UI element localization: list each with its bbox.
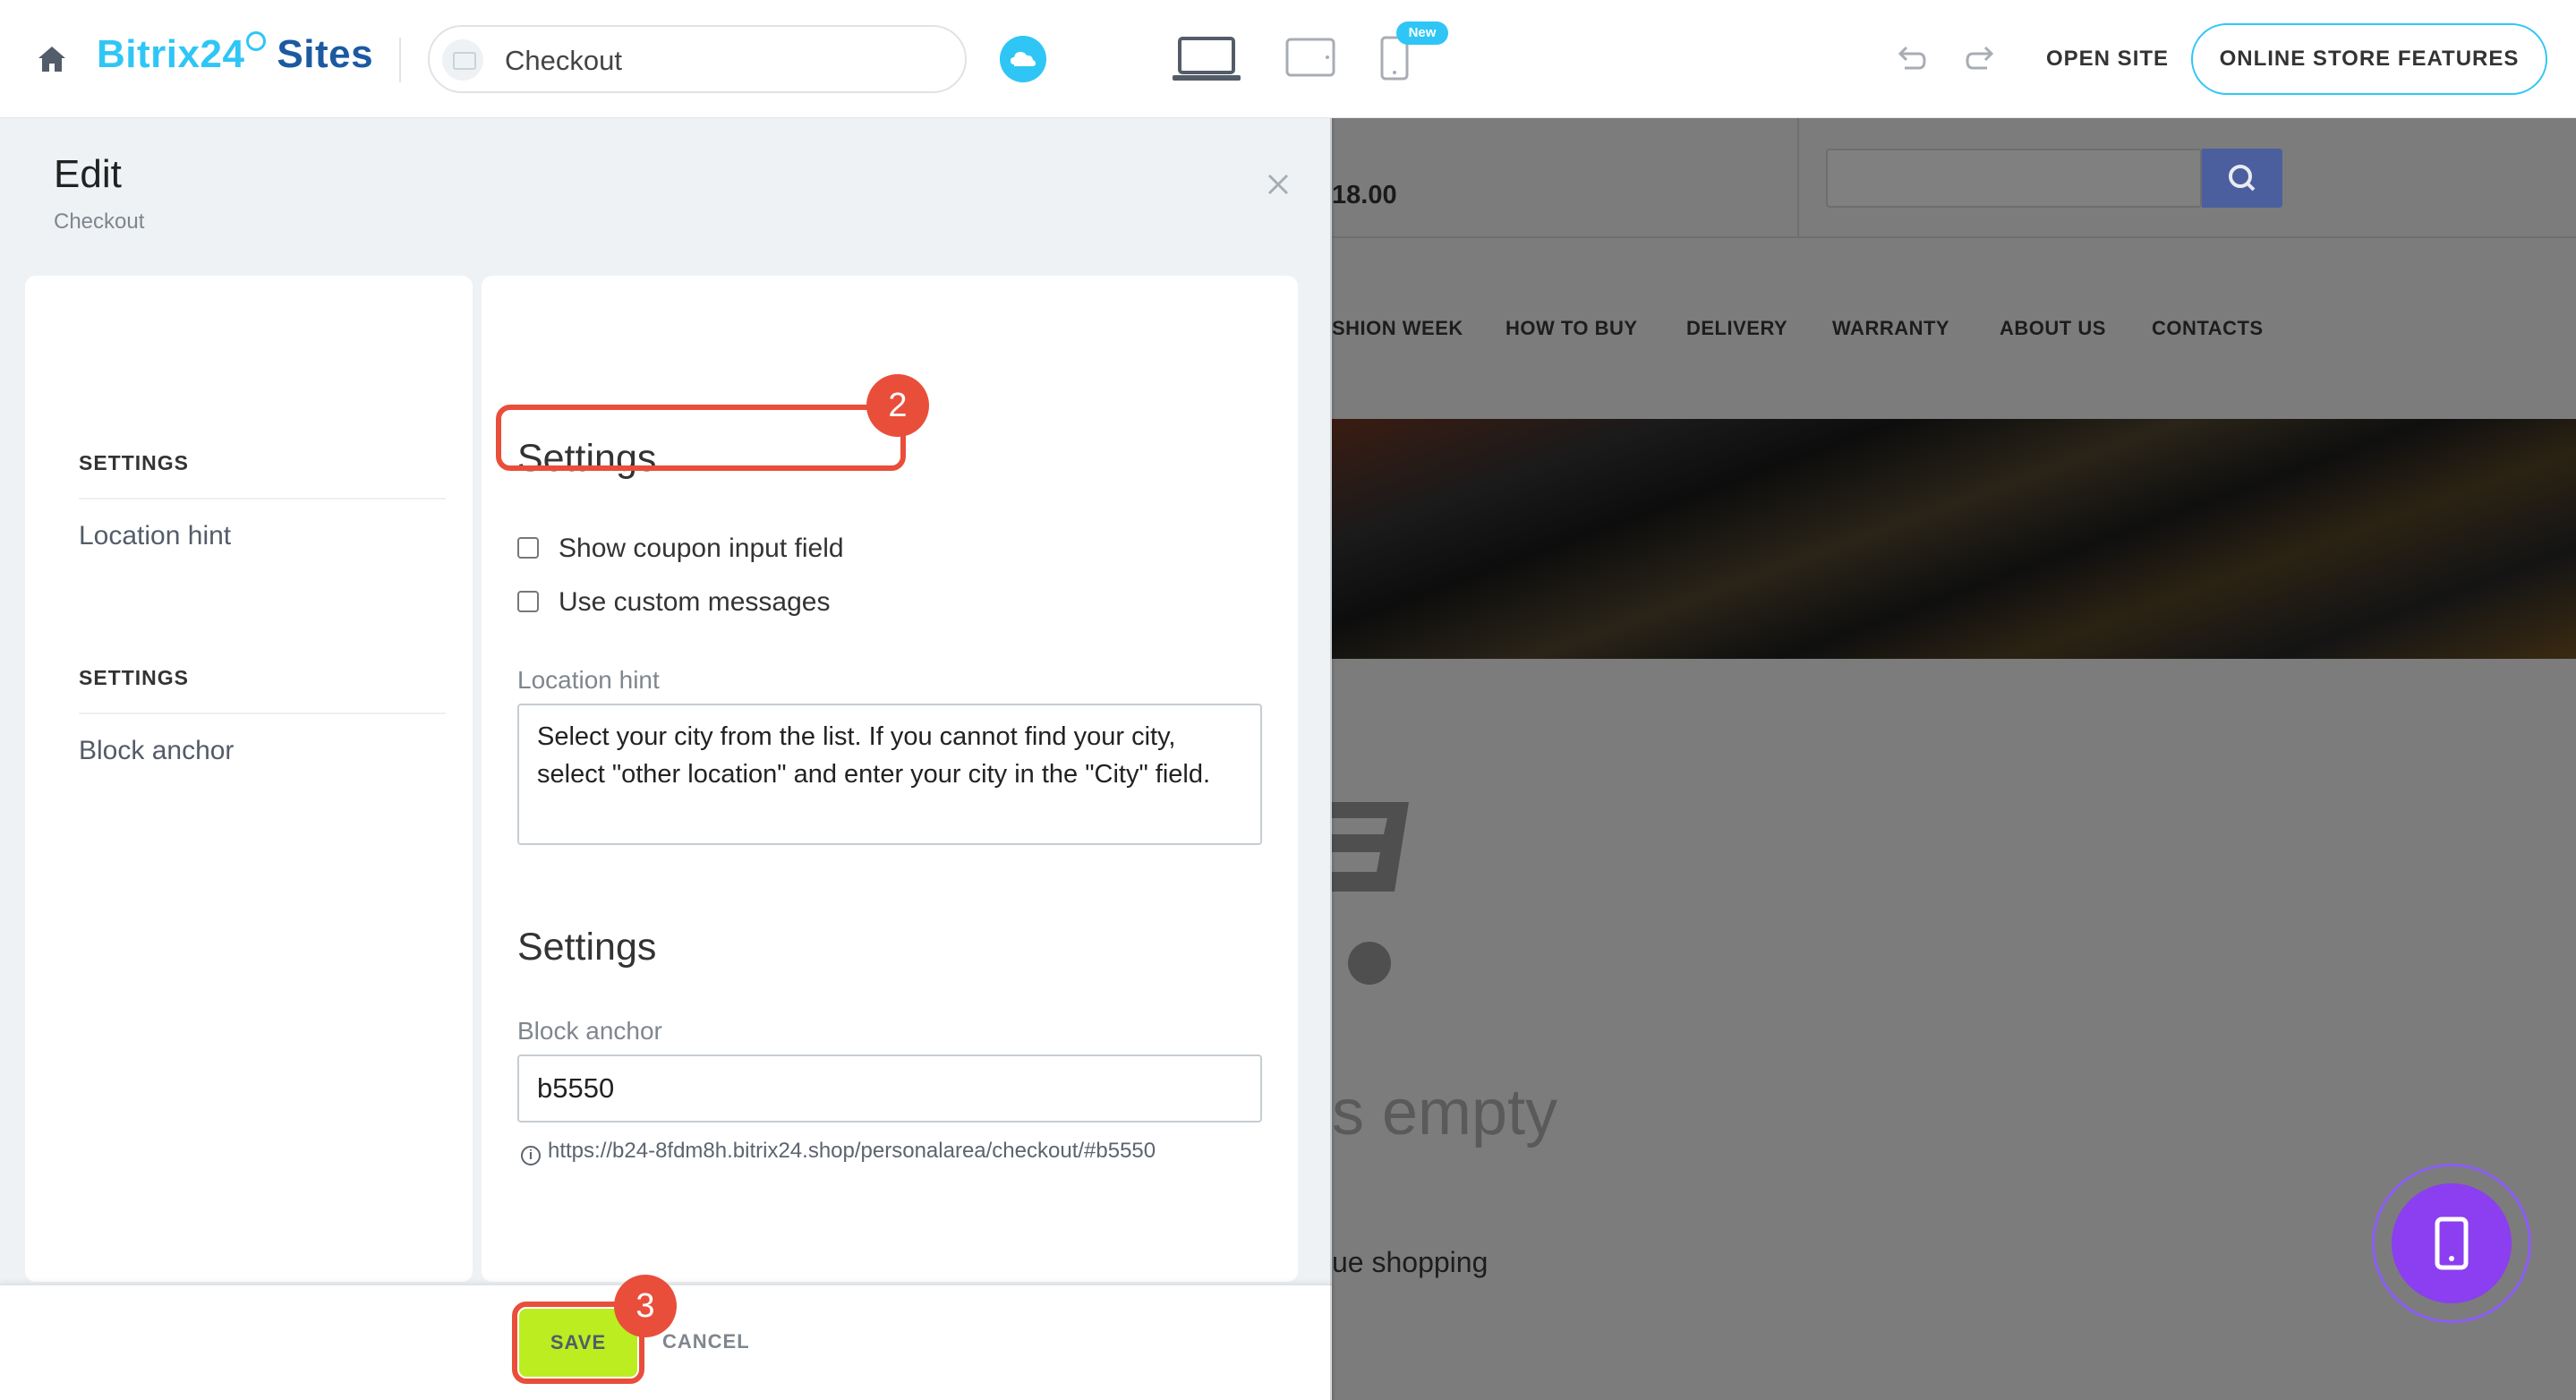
redo-icon[interactable]	[1964, 41, 2000, 77]
block-anchor-input[interactable]: b5550	[517, 1054, 1262, 1123]
page-thumbnail-icon	[442, 39, 483, 81]
brand-suffix: Sites	[277, 32, 374, 76]
divider	[79, 498, 446, 499]
nav-heading: SETTINGS	[79, 451, 190, 474]
step-badge: 3	[614, 1275, 677, 1337]
preview-empty-message: s empty	[1332, 1077, 1558, 1148]
divider	[1332, 236, 2576, 238]
block-anchor-label: Block anchor	[517, 1017, 662, 1045]
page-selector[interactable]: Checkout	[428, 25, 967, 93]
location-hint-label: Location hint	[517, 666, 660, 694]
online-store-features-button[interactable]: ONLINE STORE FEATURES	[2191, 23, 2547, 95]
preview-nav-item: HOW TO BUY	[1506, 317, 1638, 339]
top-toolbar: Bitrix24 Sites Checkout New OPEN SITE ONL…	[0, 0, 2576, 118]
cloud-icon[interactable]	[1000, 36, 1046, 82]
nav-heading: SETTINGS	[79, 666, 190, 689]
panel-title: Edit	[54, 152, 122, 196]
anchor-url-hint: i https://b24-8fdm8h.bitrix24.shop/person…	[521, 1139, 1156, 1165]
site-preview: 18.00 SHION WEEK HOW TO BUY DELIVERY WAR…	[1332, 118, 2576, 1400]
search-icon	[2202, 149, 2282, 208]
custom-messages-label[interactable]: Use custom messages	[559, 587, 830, 618]
preview-cart-total: 18.00	[1332, 181, 1397, 209]
location-hint-textarea[interactable]: Select your city from the list. If you c…	[517, 704, 1262, 845]
nav-item-location-hint[interactable]: Location hint	[79, 521, 231, 551]
open-site-link[interactable]: OPEN SITE	[2046, 47, 2169, 72]
coupon-highlight	[496, 405, 906, 471]
desktop-icon[interactable]	[1173, 36, 1241, 82]
edit-panel: Edit Checkout SETTINGS Location hint SET…	[0, 118, 1332, 1400]
show-coupon-checkbox[interactable]	[517, 537, 539, 559]
preview-nav-item: CONTACTS	[2152, 317, 2264, 339]
divider	[79, 713, 446, 714]
tablet-icon[interactable]	[1285, 38, 1335, 79]
close-icon[interactable]	[1262, 168, 1294, 201]
brand-logo[interactable]: Bitrix24 Sites	[97, 31, 374, 77]
new-badge: New	[1396, 21, 1448, 45]
preview-banner	[1332, 419, 2576, 659]
phone-icon[interactable]	[2392, 1183, 2512, 1303]
home-icon[interactable]	[36, 43, 68, 75]
coupon-checkbox-row[interactable]: Show coupon input field	[517, 534, 893, 564]
step-badge: 2	[866, 374, 929, 437]
show-coupon-label[interactable]: Show coupon input field	[559, 534, 844, 564]
settings-nav: SETTINGS Location hint SETTINGS Block an…	[25, 276, 473, 1282]
preview-nav-item: DELIVERY	[1686, 317, 1788, 339]
preview-nav-item: ABOUT US	[2000, 317, 2106, 339]
custom-messages-checkbox[interactable]	[517, 591, 539, 612]
clock-icon	[246, 31, 267, 51]
panel-shadow	[1330, 118, 1335, 1400]
nav-item-block-anchor[interactable]: Block anchor	[79, 736, 234, 766]
preview-nav-item: WARRANTY	[1832, 317, 1950, 339]
anchor-url: https://b24-8fdm8h.bitrix24.shop/persona…	[548, 1139, 1156, 1163]
page-name: Checkout	[505, 45, 622, 76]
cancel-button[interactable]: CANCEL	[662, 1330, 750, 1353]
info-icon: i	[521, 1146, 541, 1165]
divider	[399, 38, 401, 82]
undo-icon[interactable]	[1892, 41, 1928, 77]
brand-name: Bitrix24	[97, 32, 245, 76]
panel-subtitle: Checkout	[54, 209, 145, 234]
divider	[1797, 118, 1799, 236]
preview-nav-item: SHION WEEK	[1332, 317, 1463, 339]
preview-continue-link: ue shopping	[1332, 1246, 1488, 1278]
custom-messages-checkbox-row[interactable]: Use custom messages	[517, 587, 893, 618]
empty-cart-icon	[1332, 802, 1409, 985]
section-title: Settings	[517, 926, 657, 969]
preview-search-input	[1826, 149, 2202, 208]
